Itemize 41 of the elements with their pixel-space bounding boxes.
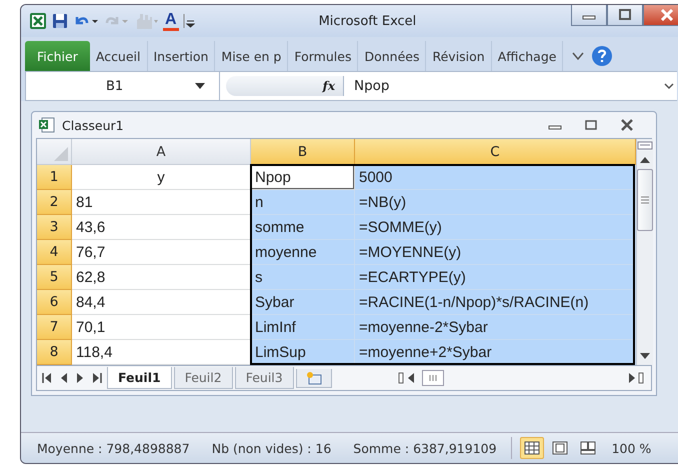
- row-header[interactable]: 6: [37, 290, 72, 315]
- ribbon-tab[interactable]: Fichier: [25, 41, 90, 71]
- font-color-button[interactable]: A: [163, 12, 179, 30]
- table-cell: somme: [251, 215, 355, 240]
- row-header[interactable]: 5: [37, 265, 72, 290]
- sheet-tab[interactable]: Feuil3: [234, 367, 294, 389]
- window-title: Microsoft Excel: [318, 14, 418, 28]
- row-header[interactable]: 4: [37, 240, 72, 265]
- function-button[interactable]: fx: [322, 79, 335, 93]
- status-count: Nb (non vides) : 16: [212, 440, 332, 456]
- workbook-title: Classeur1: [62, 118, 125, 132]
- row-header[interactable]: 8: [37, 340, 72, 365]
- row-header[interactable]: 1: [37, 165, 72, 190]
- table-cell: 5000: [355, 165, 636, 190]
- table-cell: Npop: [251, 165, 355, 190]
- column-header[interactable]: A: [72, 139, 251, 165]
- sheet-tab[interactable]: Feuil1: [107, 367, 172, 389]
- table-cell: moyenne: [251, 240, 355, 265]
- table-cell: =ECARTYPE(y): [355, 265, 636, 290]
- sheet-tab[interactable]: Feuil2: [174, 367, 233, 389]
- table-cell: =SOMME(y): [355, 215, 636, 240]
- table-cell: Sybar: [251, 290, 355, 315]
- status-sum: Somme : 6387,919109: [353, 440, 497, 456]
- status-average: Moyenne : 798,4898887: [37, 440, 190, 456]
- row-header[interactable]: 2: [37, 190, 72, 215]
- table-cell: LimInf: [251, 315, 355, 340]
- zoom-level[interactable]: 100 %: [612, 440, 652, 456]
- table-cell: =RACINE(1-n/Npop)*s/RACINE(n): [355, 290, 636, 315]
- column-header[interactable]: B: [251, 139, 355, 165]
- table-cell: =moyenne+2*Sybar: [355, 340, 636, 365]
- column-header[interactable]: C: [355, 139, 636, 165]
- row-header[interactable]: 3: [37, 215, 72, 240]
- table-cell: =moyenne-2*Sybar: [355, 315, 636, 340]
- table-cell: =MOYENNE(y): [355, 240, 636, 265]
- table-cell: n: [251, 190, 355, 215]
- name-box[interactable]: B1: [26, 72, 220, 100]
- table-cell: LimSup: [251, 340, 355, 365]
- formula-field[interactable]: Npop: [344, 78, 661, 94]
- row-header[interactable]: 7: [37, 315, 72, 340]
- table-cell: s: [251, 265, 355, 290]
- table-cell: =NB(y): [355, 190, 636, 215]
